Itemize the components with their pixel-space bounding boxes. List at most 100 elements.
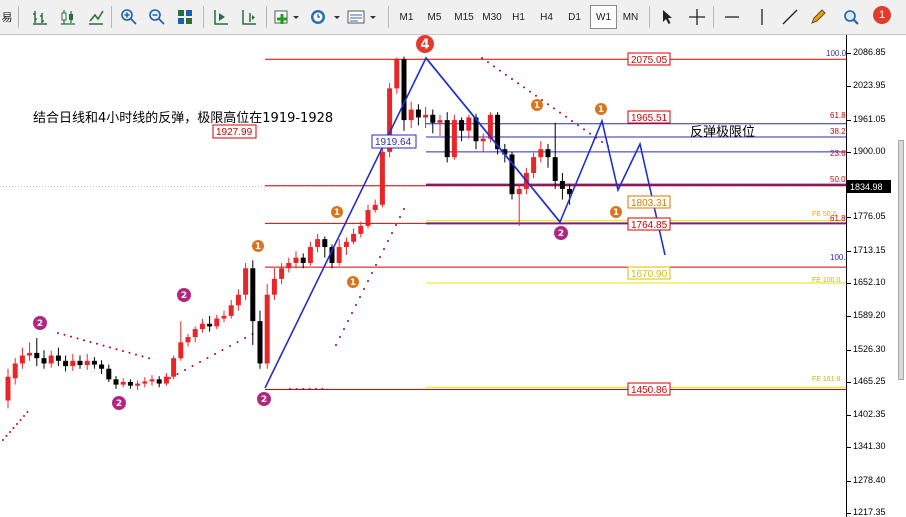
line-chart-icon[interactable]	[84, 5, 108, 29]
timeframe-mn[interactable]: MN	[617, 5, 644, 29]
fib-percent-label: 61.8	[830, 111, 846, 120]
trendline-icon[interactable]	[720, 5, 744, 29]
timeframe-m5[interactable]: M5	[421, 5, 448, 29]
level-price-label: 1764.85	[631, 220, 668, 231]
level-price-label: 1450.86	[631, 385, 668, 396]
vertical-line-icon[interactable]	[750, 5, 774, 29]
candle-body	[221, 315, 227, 319]
sar-dot	[363, 288, 365, 290]
cursor-icon[interactable]	[655, 5, 679, 29]
sar-dot	[383, 248, 385, 250]
sar-dot	[375, 264, 377, 266]
candle-body	[459, 120, 465, 131]
sar-dot	[102, 344, 105, 347]
candle-body	[235, 294, 241, 306]
sar-dot	[83, 339, 85, 342]
pencil-icon[interactable]	[806, 5, 830, 29]
timeframe-h1[interactable]: H1	[505, 5, 532, 29]
candle-body	[207, 323, 213, 327]
zoom-out-icon[interactable]	[145, 5, 169, 29]
candle-body	[63, 360, 69, 367]
sar-dot	[57, 332, 59, 334]
candle-body	[545, 149, 551, 158]
sar-dot	[359, 296, 361, 298]
sar-dot	[148, 357, 150, 360]
sar-dot	[481, 57, 483, 59]
zoom-in-icon[interactable]	[117, 5, 141, 29]
sar-dot	[553, 107, 555, 110]
candle-body	[48, 355, 54, 364]
diagonal-line-icon[interactable]	[778, 5, 802, 29]
timeframe-m15[interactable]: M15	[449, 5, 479, 29]
candle-body	[451, 120, 457, 158]
indicators-icon[interactable]	[272, 5, 302, 29]
templates-icon[interactable]	[345, 5, 379, 29]
candle-body	[113, 379, 119, 385]
sar-dot	[5, 435, 8, 437]
fib-percent-label: 100.0	[826, 49, 846, 58]
price-tick-label: 1713.15	[853, 244, 886, 255]
wave-marker-label: 1	[598, 105, 604, 115]
price-tick-mark	[847, 217, 851, 219]
price-tick-label: 1776.05	[853, 211, 886, 222]
timeframe-h4[interactable]: H4	[533, 5, 560, 29]
autoscroll-icon[interactable]	[209, 5, 233, 29]
sar-dot	[505, 73, 507, 76]
price-tick-label: 2086.85	[853, 47, 886, 57]
chart-shift-icon[interactable]	[237, 5, 261, 29]
sar-dot	[559, 111, 561, 114]
candle-body	[401, 59, 407, 121]
sar-dot	[16, 423, 18, 425]
tile-windows-icon[interactable]	[173, 5, 197, 29]
crosshair-icon[interactable]	[685, 5, 709, 29]
sar-dot	[355, 304, 357, 306]
sar-dot	[229, 345, 231, 347]
sar-dot	[335, 344, 337, 346]
price-tick-label: 1526.30	[853, 343, 886, 354]
candle-body	[300, 257, 306, 263]
price-tick-mark	[847, 480, 851, 482]
sar-dot	[391, 232, 393, 234]
price-tick-label: 1589.20	[853, 310, 886, 321]
timeframe-m1[interactable]: M1	[393, 5, 420, 29]
bar-chart-icon[interactable]	[28, 5, 52, 29]
fib-percent-label: 23.6	[830, 149, 846, 158]
sar-dot	[493, 65, 495, 68]
vertical-scrollbar[interactable]	[898, 140, 904, 380]
candle-body	[293, 257, 299, 263]
price-tick-mark	[847, 415, 851, 417]
periods-icon[interactable]	[308, 5, 342, 29]
price-tick-mark	[847, 250, 851, 252]
candle-body	[171, 358, 177, 377]
sar-dot	[295, 388, 298, 390]
analysis-note: 结合日线和4小时线的反弹，极限高位在1919-1928	[33, 111, 334, 126]
candle-body	[178, 342, 184, 359]
candle-body	[415, 109, 421, 118]
sar-dot	[367, 280, 369, 282]
candle-body	[142, 381, 148, 384]
price-tick-mark	[847, 86, 851, 88]
wave-marker-label: 1	[334, 208, 340, 218]
wave-marker-label: 2	[116, 399, 122, 409]
candle-body	[437, 120, 443, 123]
sar-dot	[115, 348, 118, 351]
sar-dot	[236, 341, 239, 343]
toolbar-separator	[713, 6, 714, 28]
price-tick-label: 1900.00	[853, 145, 886, 156]
level-price-label: 1803.31	[631, 198, 668, 209]
sar-dot	[351, 312, 353, 314]
candle-body	[423, 114, 429, 118]
timeframe-m30[interactable]: M30	[477, 5, 507, 29]
timeframe-d1[interactable]: D1	[561, 5, 588, 29]
timeframe-w1[interactable]: W1	[590, 5, 617, 29]
price-tick-label: 1465.25	[853, 375, 886, 386]
candlestick-icon[interactable]	[56, 5, 80, 29]
candle-body	[466, 117, 472, 131]
candle-body	[55, 355, 61, 361]
candle-body	[358, 225, 364, 234]
sar-dot	[517, 82, 519, 85]
notification-badge[interactable]: 1	[873, 6, 891, 24]
sar-dot	[403, 208, 405, 210]
sar-dot	[571, 120, 573, 122]
search-icon[interactable]	[839, 5, 863, 29]
